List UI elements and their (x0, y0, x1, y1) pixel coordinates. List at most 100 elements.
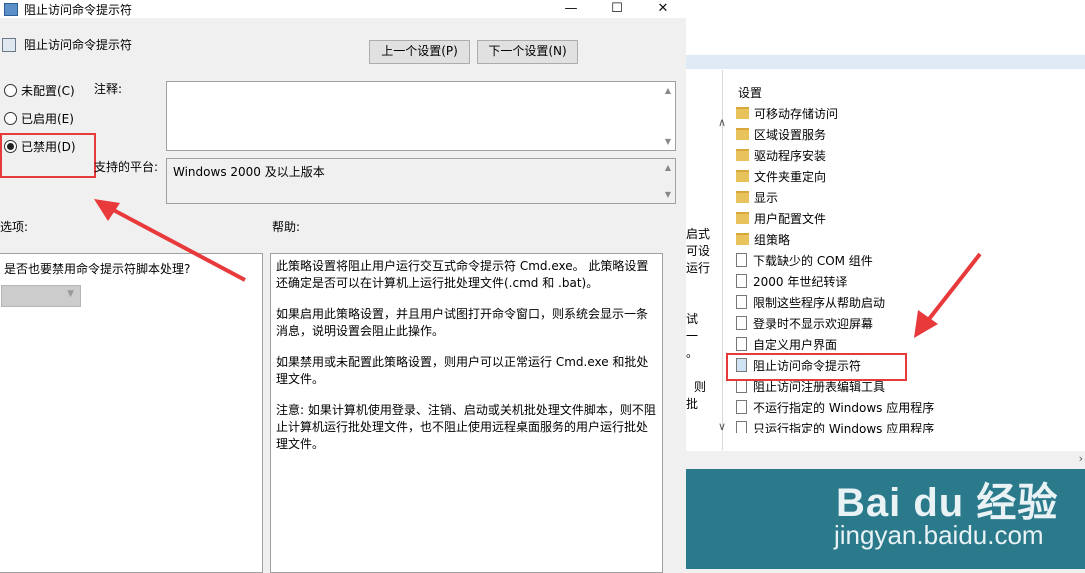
header-bar (686, 55, 1085, 69)
radio-enabled[interactable]: 已启用(E) (4, 110, 74, 128)
policy-dialog: 阻止访问命令提示符 — ☐ ✕ 阻止访问命令提示符 上一个设置(P) 下一个设置… (0, 0, 686, 573)
tree-item-setting[interactable]: 登录时不显示欢迎屏幕 (736, 314, 873, 334)
scroll-right-icon[interactable]: › (1079, 452, 1083, 465)
cut-off-text-column: 启式 可设 运行 试 一 。 则 批 (686, 220, 722, 420)
scroll-up-icon[interactable]: ∧ (718, 116, 726, 129)
policy-name: 阻止访问命令提示符 (24, 38, 133, 52)
highlight-box-setting (726, 353, 907, 381)
tree-item-label: 2000 年世纪转译 (753, 275, 848, 289)
highlight-box-disabled (0, 133, 96, 178)
option-dropdown[interactable]: ▼ (1, 285, 81, 307)
tree-item-label: 下载缺少的 COM 组件 (753, 254, 873, 268)
options-label: 选项: (0, 220, 29, 234)
scroll-up-icon[interactable]: ▲ (665, 86, 671, 95)
title-bar: 阻止访问命令提示符 — ☐ ✕ (0, 0, 686, 18)
tree-item-label: 显示 (754, 191, 779, 205)
radio-enabled-label: 已启用(E) (21, 112, 74, 126)
tree-item-folder[interactable]: 驱动程序安装 (736, 146, 826, 166)
cut-text: 。 (686, 346, 699, 360)
tree-item-setting[interactable]: 不运行指定的 Windows 应用程序 (736, 398, 934, 418)
policy-doc-icon (736, 337, 747, 351)
tree-item-label: 文件夹重定向 (754, 170, 827, 184)
policy-doc-icon (736, 316, 747, 330)
policy-doc-icon (736, 253, 747, 267)
folder-icon (736, 128, 749, 140)
policy-icon (2, 38, 16, 52)
options-panel: 是否也要禁用命令提示符脚本处理? ▼ (0, 253, 263, 573)
tree-item-setting[interactable]: 自定义用户界面 (736, 335, 837, 355)
cut-text: 则 (694, 380, 707, 394)
folder-icon (736, 233, 749, 245)
help-paragraph: 如果启用此策略设置，并且用户试图打开命令窗口，则系统会显示一条消息，说明设置会阻… (276, 307, 649, 338)
policy-doc-icon (736, 295, 747, 309)
minimize-icon[interactable]: — (556, 0, 586, 18)
help-paragraph: 注意: 如果计算机使用登录、注销、启动或关机批处理文件脚本，则不阻止计算机运行批… (276, 403, 656, 451)
policy-doc-icon (736, 379, 747, 393)
policy-doc-icon (736, 274, 747, 288)
policy-doc-icon (736, 421, 747, 433)
radio-circle-icon (4, 84, 17, 97)
scroll-up-icon[interactable]: ▲ (665, 163, 671, 172)
window-title: 阻止访问命令提示符 (24, 3, 133, 17)
scroll-down-icon[interactable]: ∨ (718, 420, 726, 433)
tree-item-label: 阻止访问注册表编辑工具 (753, 380, 886, 394)
folder-icon (736, 149, 749, 161)
folder-icon (736, 212, 749, 224)
tree-item-label: 自定义用户界面 (753, 338, 838, 352)
chevron-down-icon: ▼ (67, 289, 74, 299)
horizontal-scrollbar[interactable]: › (686, 451, 1085, 469)
tree-item-folder[interactable]: 组策略 (736, 230, 790, 250)
supported-platform-value: Windows 2000 及以上版本 (173, 165, 325, 179)
scroll-down-icon[interactable]: ▼ (665, 190, 671, 199)
app-icon (4, 3, 18, 16)
gpedit-window: 启式 可设 运行 试 一 。 则 批 ∧ ∨ 设置 可移动存储访问 区域设置服务… (686, 0, 1085, 569)
tree-item-folder[interactable]: 区域设置服务 (736, 125, 826, 145)
folder-icon (736, 170, 749, 182)
tree-item-label: 驱动程序安装 (754, 149, 827, 163)
radio-not-configured-label: 未配置(C) (21, 84, 75, 98)
cut-text: 一 (686, 329, 699, 343)
tree-item-folder[interactable]: 文件夹重定向 (736, 167, 826, 187)
help-paragraph: 此策略设置将阻止用户运行交互式命令提示符 Cmd.exe。 此策略设置还确定是否… (276, 259, 649, 290)
radio-circle-icon (4, 112, 17, 125)
tree-item-folder[interactable]: 可移动存储访问 (736, 104, 838, 124)
radio-not-configured[interactable]: 未配置(C) (4, 82, 75, 100)
help-paragraph: 如果禁用或未配置此策略设置，则用户可以正常运行 Cmd.exe 和批处理文件。 (276, 355, 649, 386)
comment-label: 注释: (94, 82, 123, 96)
tree-item-label: 区域设置服务 (754, 128, 827, 142)
red-arrow-left (94, 199, 246, 282)
cut-text: 启式 (686, 227, 711, 241)
policy-doc-icon (736, 400, 747, 414)
help-panel: 此策略设置将阻止用户运行交互式命令提示符 Cmd.exe。 此策略设置还确定是否… (270, 253, 663, 573)
cut-text: 试 (686, 312, 699, 326)
cut-text: 可设 (686, 244, 711, 258)
tree-item-label: 可移动存储访问 (754, 107, 839, 121)
tree-item-label: 用户配置文件 (754, 212, 827, 226)
maximize-icon[interactable]: ☐ (602, 0, 632, 18)
tree-item-setting[interactable]: 限制这些程序从帮助启动 (736, 293, 885, 313)
scroll-down-icon[interactable]: ▼ (665, 137, 671, 146)
watermark-url: jingyan.baidu.com (834, 520, 1044, 550)
tree-item-label: 只运行指定的 Windows 应用程序 (753, 422, 935, 433)
red-arrow-down (914, 252, 982, 338)
tree-item-label: 组策略 (754, 233, 791, 247)
tree-item-setting[interactable]: 下载缺少的 COM 组件 (736, 251, 873, 271)
next-setting-button[interactable]: 下一个设置(N) (477, 40, 578, 64)
cut-text: 批 (686, 397, 699, 411)
help-label: 帮助: (272, 220, 301, 234)
tree-item-folder[interactable]: 用户配置文件 (736, 209, 826, 229)
tree-item-label: 限制这些程序从帮助启动 (753, 296, 886, 310)
close-icon[interactable]: ✕ (648, 0, 678, 18)
tree-item-label: 登录时不显示欢迎屏幕 (753, 317, 874, 331)
tree-item-folder[interactable]: 显示 (736, 188, 778, 208)
tree-item-label: 不运行指定的 Windows 应用程序 (753, 401, 935, 415)
prev-setting-button[interactable]: 上一个设置(P) (369, 40, 470, 64)
cut-text: 运行 (686, 261, 711, 275)
settings-column-header: 设置 (738, 86, 763, 100)
folder-icon (736, 107, 749, 119)
supported-platform-label: 支持的平台: (94, 160, 159, 174)
comment-textarea[interactable]: ▲ ▼ (166, 81, 676, 151)
folder-icon (736, 191, 749, 203)
tree-item-setting[interactable]: 2000 年世纪转译 (736, 272, 847, 292)
tree-item-setting[interactable]: 只运行指定的 Windows 应用程序 (736, 419, 934, 433)
